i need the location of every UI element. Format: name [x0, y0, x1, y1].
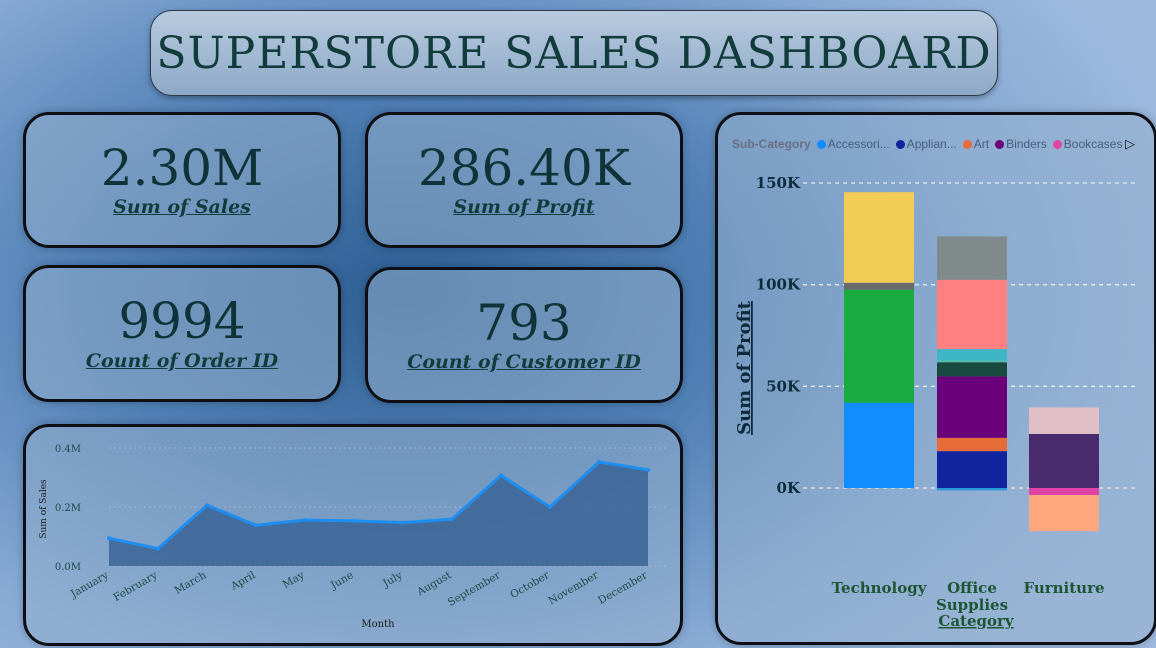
- kpi-value: 286.40K: [417, 138, 631, 197]
- bar-segment[interactable]: [937, 360, 1007, 363]
- sales-point[interactable]: [597, 459, 601, 464]
- x-tick-label: March: [172, 569, 208, 597]
- y-tick-label: 50K: [766, 377, 801, 395]
- kpi-card-customers[interactable]: 793 Count of Customer ID: [365, 267, 683, 403]
- x-tick-label: December: [596, 569, 650, 607]
- sales-point[interactable]: [205, 503, 209, 508]
- kpi-value: 9994: [118, 292, 246, 351]
- sales-area: [109, 461, 648, 566]
- kpi-card-orders[interactable]: 9994 Count of Order ID: [23, 265, 341, 402]
- bar-segment[interactable]: [1029, 433, 1099, 488]
- y-tick-label: 0.2M: [55, 503, 81, 514]
- x-axis-title: Month: [361, 619, 395, 630]
- bar-segment[interactable]: [844, 282, 914, 290]
- dashboard-title: SUPERSTORE SALES DASHBOARD: [156, 27, 992, 79]
- kpi-label: Count of Order ID: [85, 349, 279, 372]
- x-tick-label: January: [68, 569, 111, 601]
- x-tick-label: Technology: [832, 579, 928, 597]
- sales-point[interactable]: [156, 546, 160, 551]
- sales-point[interactable]: [352, 518, 356, 523]
- sales-point[interactable]: [401, 520, 405, 525]
- profit-by-category-card[interactable]: Sub-Category Accessori... Applian... Art Bin…: [715, 112, 1156, 645]
- sales-point[interactable]: [499, 473, 503, 478]
- y-axis-title: Sum of Sales: [39, 479, 49, 539]
- y-tick-label: 100K: [756, 276, 801, 294]
- bar-segment[interactable]: [844, 289, 914, 403]
- y-tick-label: 150K: [756, 174, 801, 192]
- bar-segment[interactable]: [937, 362, 1007, 377]
- x-tick-label: June: [328, 569, 356, 592]
- kpi-label: Sum of Sales: [113, 196, 251, 219]
- bar-segment[interactable]: [937, 376, 1007, 438]
- x-tick-label: July: [380, 569, 404, 590]
- kpi-card-sales[interactable]: 2.30M Sum of Sales: [23, 112, 341, 248]
- bar-segment[interactable]: [844, 192, 914, 283]
- bar-segment[interactable]: [937, 279, 1007, 350]
- bar-segment[interactable]: [844, 402, 914, 488]
- kpi-label: Count of Customer ID: [407, 351, 641, 374]
- y-tick-label: 0K: [777, 479, 801, 497]
- kpi-value: 793: [476, 293, 572, 352]
- bar-segment[interactable]: [937, 488, 1007, 491]
- x-tick-label: August: [414, 569, 454, 599]
- bar-segment[interactable]: [937, 349, 1007, 361]
- x-tick-label: Office Supplies: [936, 579, 1008, 614]
- sales-point[interactable]: [646, 467, 650, 472]
- sales-point[interactable]: [107, 536, 111, 541]
- sales-point[interactable]: [303, 517, 307, 522]
- x-tick-label: May: [281, 569, 307, 591]
- sales-point[interactable]: [450, 517, 454, 522]
- bar-segment[interactable]: [937, 236, 1007, 280]
- sales-point[interactable]: [548, 505, 552, 509]
- x-tick-label: November: [546, 569, 601, 608]
- bar-segment[interactable]: [1029, 488, 1099, 496]
- x-tick-label: September: [446, 569, 503, 609]
- y-tick-label: 0.0M: [55, 562, 81, 573]
- title-banner: SUPERSTORE SALES DASHBOARD: [150, 10, 998, 96]
- bar-segment[interactable]: [937, 437, 1007, 452]
- x-tick-label: Furniture: [1023, 579, 1104, 597]
- kpi-card-profit[interactable]: 286.40K Sum of Profit: [365, 112, 683, 248]
- x-tick-label: April: [228, 569, 258, 593]
- kpi-label: Sum of Profit: [453, 196, 595, 219]
- bar-segment[interactable]: [937, 451, 1007, 488]
- sales-by-month-card[interactable]: 0.0M 0.2M 0.4M January February March April May…: [23, 424, 683, 646]
- x-tick-label: February: [111, 569, 159, 604]
- y-axis-title: Sum of Profit: [734, 300, 755, 435]
- x-axis-title: Category: [938, 612, 1015, 630]
- bar-segment[interactable]: [1029, 495, 1099, 532]
- kpi-value: 2.30M: [100, 138, 264, 197]
- y-tick-label: 0.4M: [55, 444, 81, 455]
- profit-by-category-chart: 0K 50K 100K 150K Technology Office Supplies Fur…: [734, 174, 1136, 630]
- sales-point[interactable]: [254, 523, 258, 528]
- sales-by-month-chart: 0.0M 0.2M 0.4M January February March April May…: [39, 444, 668, 630]
- bar-segment[interactable]: [1029, 407, 1099, 434]
